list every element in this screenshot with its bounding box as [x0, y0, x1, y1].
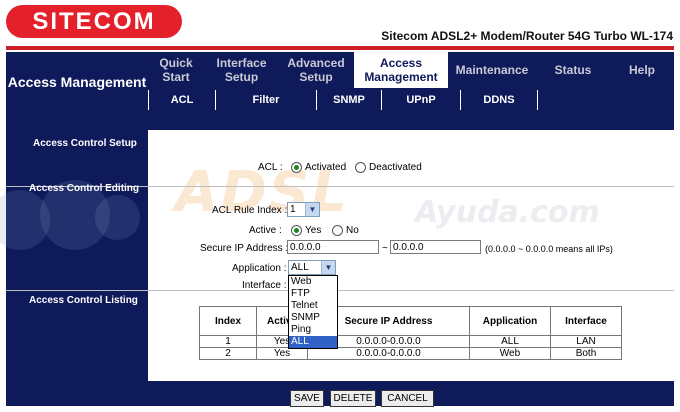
active-label: Active :: [249, 225, 282, 236]
section-title: Access Management: [7, 73, 147, 90]
tab-help[interactable]: Help: [610, 52, 674, 88]
active-yes-label: Yes: [305, 225, 322, 237]
subtab-ddns[interactable]: DDNS: [460, 90, 538, 110]
ip-hint: (0.0.0.0 ~ 0.0.0.0 means all IPs): [485, 244, 613, 254]
save-button[interactable]: SAVE: [290, 390, 324, 407]
acl-activated-option[interactable]: Activated: [291, 162, 346, 173]
column-header: Application: [469, 306, 551, 336]
main-nav: Access Management Quick Start Interface …: [6, 52, 674, 112]
application-option-web[interactable]: Web: [289, 276, 337, 288]
application-option-ping[interactable]: Ping: [289, 324, 337, 336]
tab-interface-setup[interactable]: Interface Setup: [204, 52, 279, 88]
acl-label: ACL :: [258, 162, 283, 173]
column-header: Interface: [550, 306, 622, 336]
application-option-telnet[interactable]: Telnet: [289, 300, 337, 312]
application-label: Application :: [232, 263, 287, 274]
subtab-upnp[interactable]: UPnP: [381, 90, 460, 110]
table-cell: Yes: [256, 347, 308, 360]
application-option-ftp[interactable]: FTP: [289, 288, 337, 300]
acl-deactivated-option[interactable]: Deactivated: [355, 162, 422, 173]
sitecom-logo: SITECOM: [6, 5, 182, 38]
interface-label: Interface :: [242, 280, 287, 291]
rule-index-label: ACL Rule Index :: [212, 205, 288, 216]
table-cell: ALL: [469, 335, 551, 348]
table-header-row: Index Active Secure IP Address Applicati…: [199, 306, 622, 336]
subtab-acl[interactable]: ACL: [148, 90, 215, 110]
chevron-down-icon: ▼: [305, 203, 319, 216]
tab-maintenance[interactable]: Maintenance: [448, 52, 536, 88]
chevron-down-icon: ▼: [321, 261, 335, 274]
watermark-image: Ayuda.com: [415, 195, 600, 230]
subtab-filter[interactable]: Filter: [215, 90, 316, 110]
table-cell: 1: [199, 335, 257, 348]
logo-text: SITECOM: [32, 8, 156, 35]
model-name: Sitecom ADSL2+ Modem/Router 54G Turbo WL…: [381, 29, 673, 43]
ip-separator: ~: [382, 243, 388, 254]
application-option-all[interactable]: ALL: [289, 336, 337, 348]
header-divider: [6, 46, 674, 50]
table-cell: Web: [469, 347, 551, 360]
tab-quick-start[interactable]: Quick Start: [148, 52, 204, 88]
acl-activated-label: Activated: [305, 162, 347, 174]
radio-no[interactable]: [332, 225, 343, 236]
application-dropdown[interactable]: Web FTP Telnet SNMP Ping ALL: [288, 275, 338, 349]
delete-button[interactable]: DELETE: [330, 390, 376, 407]
application-select[interactable]: ALL ▼: [288, 260, 336, 275]
application-value: ALL: [291, 262, 309, 273]
table-cell: 2: [199, 347, 257, 360]
table-cell: 0.0.0.0-0.0.0.0: [307, 347, 470, 360]
acl-deactivated-label: Deactivated: [369, 162, 422, 174]
tab-status[interactable]: Status: [536, 52, 610, 88]
subtab-snmp[interactable]: SNMP: [316, 90, 381, 110]
radio-yes[interactable]: [291, 225, 302, 236]
rule-index-value: 1: [290, 204, 296, 215]
table-row: 2 Yes 0.0.0.0-0.0.0.0 Web Both: [199, 347, 622, 360]
cancel-button[interactable]: CANCEL: [381, 390, 434, 407]
ip-end-field[interactable]: 0.0.0.0: [390, 240, 481, 254]
secure-ip-label: Secure IP Address :: [200, 243, 289, 254]
column-header: Index: [199, 306, 257, 336]
table-row: 1 Yes 0.0.0.0-0.0.0.0 ALL LAN: [199, 335, 622, 348]
table-cell: LAN: [550, 335, 622, 348]
section-divider: [6, 290, 674, 291]
radio-deactivated[interactable]: [355, 162, 366, 173]
section-label-listing: Access Control Listing: [29, 295, 138, 306]
tab-advanced-setup[interactable]: Advanced Setup: [279, 52, 353, 88]
acl-table: Index Active Secure IP Address Applicati…: [199, 306, 622, 360]
tab-access-management[interactable]: Access Management: [354, 52, 448, 88]
rule-index-select[interactable]: 1 ▼: [287, 202, 320, 217]
section-label-editing: Access Control Editing: [29, 183, 140, 194]
section-label-setup: Access Control Setup: [33, 138, 137, 149]
active-no-label: No: [346, 225, 359, 237]
radio-activated[interactable]: [291, 162, 302, 173]
table-cell: Both: [550, 347, 622, 360]
ip-start-field[interactable]: 0.0.0.0: [287, 240, 379, 254]
application-option-snmp[interactable]: SNMP: [289, 312, 337, 324]
active-no-option[interactable]: No: [332, 225, 359, 236]
active-yes-option[interactable]: Yes: [291, 225, 321, 236]
decorative-circle: [95, 195, 140, 240]
